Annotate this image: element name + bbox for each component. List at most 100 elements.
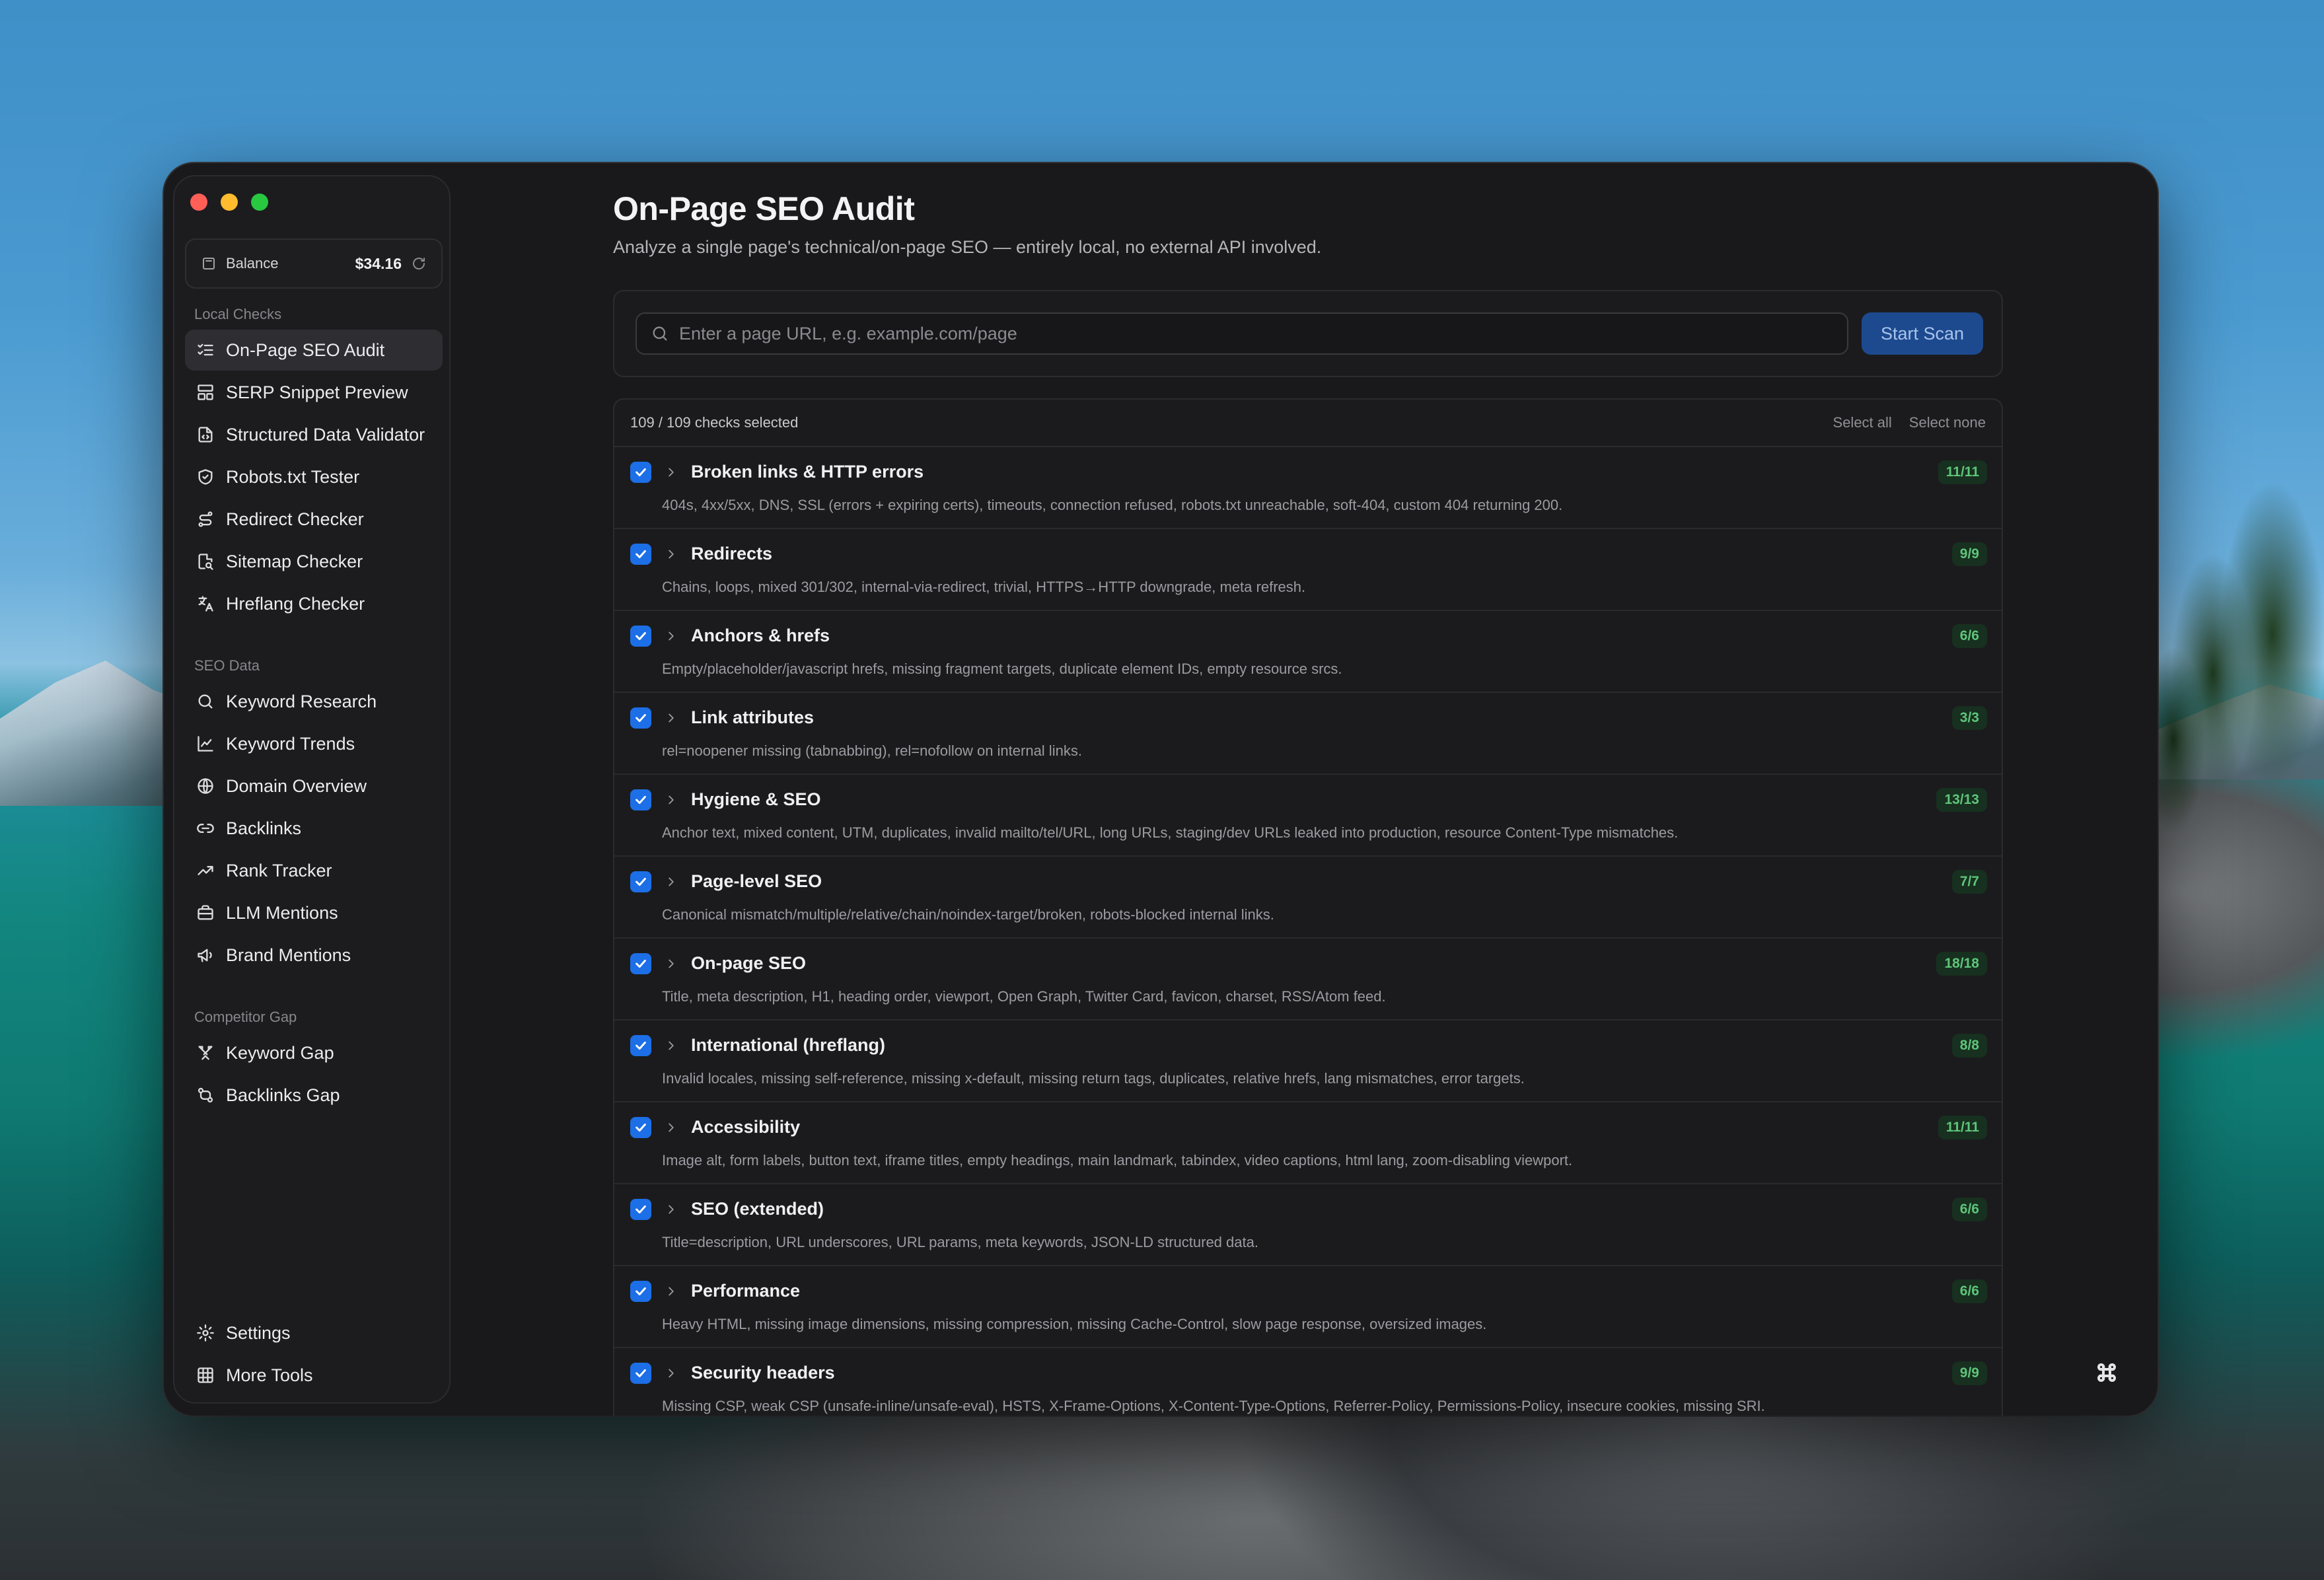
checkbox[interactable] xyxy=(630,1199,651,1220)
check-row[interactable]: Broken links & HTTP errors 404s, 4xx/5xx,… xyxy=(614,447,2002,529)
sidebar-item-structured-data-validator[interactable]: Structured Data Validator xyxy=(185,414,443,455)
sidebar-item-label: SERP Snippet Preview xyxy=(226,382,408,402)
check-row[interactable]: Redirects Chains, loops, mixed 301/302, i… xyxy=(614,529,2002,611)
sidebar-item-label: Backlinks Gap xyxy=(226,1085,340,1105)
sidebar-item-keyword-trends[interactable]: Keyword Trends xyxy=(185,723,443,764)
check-description: Title, meta description, H1, heading ord… xyxy=(662,988,1386,1005)
check-row[interactable]: Link attributes rel=noopener missing (tab… xyxy=(614,693,2002,775)
chevron-right-icon[interactable] xyxy=(662,463,680,482)
sidebar-item-brand-mentions[interactable]: Brand Mentions xyxy=(185,935,443,976)
check-row[interactable]: International (hreflang) Invalid locales,… xyxy=(614,1021,2002,1102)
link-icon xyxy=(196,818,215,838)
route-icon xyxy=(196,509,215,529)
checkbox[interactable] xyxy=(630,707,651,729)
briefcase-icon xyxy=(196,903,215,923)
sidebar-item-robots-txt-tester[interactable]: Robots.txt Tester xyxy=(185,456,443,497)
sidebar-item-keyword-gap[interactable]: Keyword Gap xyxy=(185,1032,443,1073)
balance-widget: Balance $34.16 xyxy=(185,238,443,289)
check-count-badge: 8/8 xyxy=(1951,1034,1987,1058)
checkbox[interactable] xyxy=(630,544,651,565)
line-chart-icon xyxy=(196,734,215,754)
checkbox[interactable] xyxy=(630,789,651,810)
sidebar-item-rank-tracker[interactable]: Rank Tracker xyxy=(185,850,443,891)
check-title: On-page SEO xyxy=(691,953,807,973)
app-window: Balance $34.16 Local Checks On-Page SEO … xyxy=(164,163,2158,1416)
minimize-window-button[interactable] xyxy=(221,194,238,211)
sidebar-item-more-tools[interactable]: More Tools xyxy=(185,1355,443,1396)
check-title: Accessibility xyxy=(691,1117,801,1137)
chevron-right-icon[interactable] xyxy=(662,873,680,891)
globe-icon xyxy=(196,776,215,796)
sidebar-item-backlinks-gap[interactable]: Backlinks Gap xyxy=(185,1075,443,1116)
checkbox[interactable] xyxy=(630,871,651,892)
url-card: Enter a page URL, e.g. example.com/page … xyxy=(613,290,2003,377)
section-label-competitor-gap: Competitor Gap xyxy=(194,1009,297,1025)
sidebar-item-sitemap-checker[interactable]: Sitemap Checker xyxy=(185,541,443,582)
url-input[interactable]: Enter a page URL, e.g. example.com/page xyxy=(635,312,1848,355)
sidebar-item-domain-overview[interactable]: Domain Overview xyxy=(185,766,443,807)
checkbox[interactable] xyxy=(630,1117,651,1138)
check-title: Broken links & HTTP errors xyxy=(691,462,924,482)
check-description: Heavy HTML, missing image dimensions, mi… xyxy=(662,1316,1487,1332)
chevron-right-icon[interactable] xyxy=(662,1282,680,1301)
gear-icon xyxy=(196,1323,215,1343)
check-count-badge: 3/3 xyxy=(1951,706,1987,730)
sidebar-item-serp-snippet-preview[interactable]: SERP Snippet Preview xyxy=(185,372,443,413)
sidebar-item-keyword-research[interactable]: Keyword Research xyxy=(185,681,443,722)
chevron-right-icon[interactable] xyxy=(662,1364,680,1382)
sidebar-item-label: Keyword Trends xyxy=(226,733,355,754)
sidebar-item-backlinks[interactable]: Backlinks xyxy=(185,808,443,849)
translate-icon xyxy=(196,594,215,614)
checkbox[interactable] xyxy=(630,1035,651,1056)
balance-label: Balance xyxy=(226,255,279,271)
check-title: Hygiene & SEO xyxy=(691,789,821,809)
sidebar-item-on-page-seo-audit[interactable]: On-Page SEO Audit xyxy=(185,330,443,371)
check-row[interactable]: Hygiene & SEO Anchor text, mixed content,… xyxy=(614,775,2002,857)
check-row[interactable]: Anchors & hrefs Empty/placeholder/javascr… xyxy=(614,611,2002,693)
url-input-placeholder: Enter a page URL, e.g. example.com/page xyxy=(679,323,1017,343)
check-count-badge: 9/9 xyxy=(1951,1361,1987,1385)
layout-icon xyxy=(196,382,215,402)
chevron-right-icon[interactable] xyxy=(662,954,680,973)
sidebar-item-settings[interactable]: Settings xyxy=(185,1312,443,1353)
chevron-right-icon[interactable] xyxy=(662,791,680,809)
select-all-button[interactable]: Select all xyxy=(1833,414,1892,431)
sidebar-item-redirect-checker[interactable]: Redirect Checker xyxy=(185,499,443,540)
sidebar-item-label: Robots.txt Tester xyxy=(226,466,360,487)
check-row[interactable]: Page-level SEO Canonical mismatch/multipl… xyxy=(614,857,2002,939)
window-controls xyxy=(190,194,268,211)
check-title: Anchors & hrefs xyxy=(691,626,830,645)
page-subtitle: Analyze a single page's technical/on-pag… xyxy=(613,237,1322,257)
check-count-badge: 6/6 xyxy=(1951,624,1987,648)
sidebar-item-label: Domain Overview xyxy=(226,775,367,796)
check-row[interactable]: Security headers Missing CSP, weak CSP (u… xyxy=(614,1348,2002,1416)
sidebar-item-llm-mentions[interactable]: LLM Mentions xyxy=(185,892,443,933)
checkbox[interactable] xyxy=(630,953,651,974)
zoom-window-button[interactable] xyxy=(251,194,268,211)
check-row[interactable]: Accessibility Image alt, form labels, but… xyxy=(614,1102,2002,1184)
command-icon[interactable] xyxy=(2090,1356,2123,1389)
check-count-badge: 6/6 xyxy=(1951,1279,1987,1303)
chevron-right-icon[interactable] xyxy=(662,1200,680,1219)
checkbox[interactable] xyxy=(630,626,651,647)
sidebar-item-label: Sitemap Checker xyxy=(226,551,363,571)
chevron-right-icon[interactable] xyxy=(662,545,680,563)
checkbox[interactable] xyxy=(630,1281,651,1302)
check-row[interactable]: On-page SEO Title, meta description, H1, … xyxy=(614,939,2002,1021)
close-window-button[interactable] xyxy=(190,194,207,211)
check-title: Page-level SEO xyxy=(691,871,822,891)
chevron-right-icon[interactable] xyxy=(662,627,680,645)
refresh-icon[interactable] xyxy=(411,256,427,271)
select-none-button[interactable]: Select none xyxy=(1909,414,1986,431)
sidebar-item-label: Settings xyxy=(226,1322,291,1343)
checks-header: 109 / 109 checks selected Select all Sel… xyxy=(614,400,2002,447)
sidebar-item-hreflang-checker[interactable]: Hreflang Checker xyxy=(185,583,443,624)
chevron-right-icon[interactable] xyxy=(662,709,680,727)
check-row[interactable]: SEO (extended) Title=description, URL und… xyxy=(614,1184,2002,1266)
start-scan-button[interactable]: Start Scan xyxy=(1862,312,1983,355)
check-row[interactable]: Performance Heavy HTML, missing image dim… xyxy=(614,1266,2002,1348)
chevron-right-icon[interactable] xyxy=(662,1036,680,1055)
chevron-right-icon[interactable] xyxy=(662,1118,680,1137)
checkbox[interactable] xyxy=(630,462,651,483)
checkbox[interactable] xyxy=(630,1363,651,1384)
